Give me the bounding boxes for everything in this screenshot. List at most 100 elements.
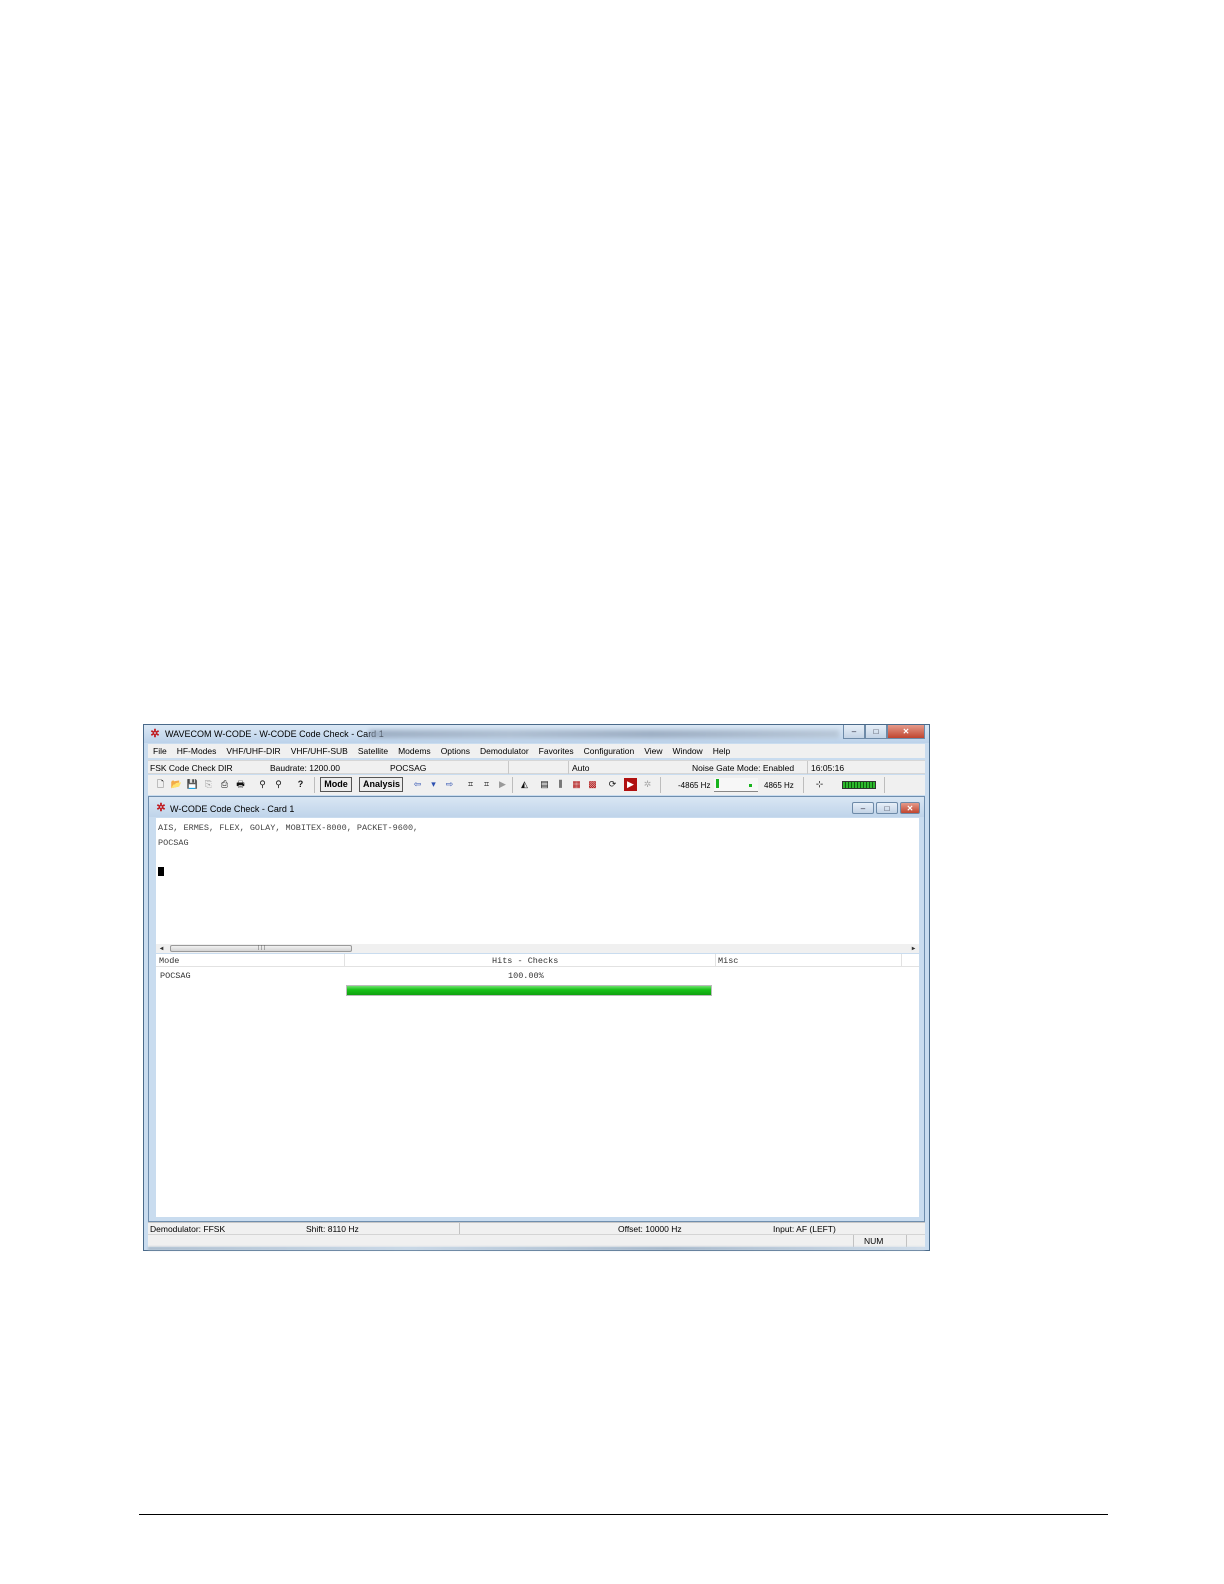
toolbar-separator	[884, 777, 885, 793]
app-title: WAVECOM W-CODE - W-CODE Code Check - Car…	[165, 729, 384, 739]
child-minimize-button[interactable]: –	[852, 802, 874, 814]
text-cursor	[158, 867, 164, 876]
tuning-indicator	[714, 778, 758, 792]
menu-help[interactable]: Help	[713, 746, 730, 756]
minimize-button[interactable]: –	[843, 725, 865, 739]
info-separator	[508, 761, 509, 774]
menu-hf-modes[interactable]: HF-Modes	[177, 746, 217, 756]
spectrum-icon[interactable]: ◭	[518, 778, 531, 791]
grip-icon: |||	[257, 945, 267, 951]
refresh-icon[interactable]: ⟳	[606, 778, 619, 791]
column-separator	[344, 954, 345, 967]
status-bar-indicators: NUM	[148, 1234, 925, 1247]
find-next-icon[interactable]: ⚲	[272, 778, 285, 791]
tuning-marker-right	[749, 784, 752, 787]
print-preview-icon[interactable]: ⎙	[218, 778, 231, 791]
info-auto: Auto	[572, 763, 590, 773]
sync-icon[interactable]: ⌗	[464, 778, 477, 791]
matrix-icon[interactable]: ▩	[586, 778, 599, 791]
new-file-icon[interactable]: 🗋	[154, 778, 167, 791]
window-controls: – □ ✕	[843, 725, 925, 740]
toolbar-separator	[512, 777, 513, 793]
output-line: POCSAG	[158, 838, 189, 848]
bars-icon[interactable]: ⫼	[554, 778, 567, 791]
toolbar: 🗋 📂 💾 ⎘ ⎙ 🖶 ⚲ ⚲ ? Mode Analysis ⇦ ▾ ⇨ ⌗ …	[148, 775, 925, 795]
menu-satellite[interactable]: Satellite	[358, 746, 388, 756]
play-icon[interactable]: ▶	[496, 778, 509, 791]
child-close-button[interactable]: ✕	[900, 802, 920, 814]
blurred-taskbar-strip	[148, 1247, 925, 1250]
menu-options[interactable]: Options	[441, 746, 470, 756]
maximize-button[interactable]: □	[865, 725, 887, 739]
scroll-left-icon[interactable]: ◀	[157, 944, 166, 953]
column-misc[interactable]: Misc	[718, 956, 738, 966]
status-separator	[853, 1235, 854, 1247]
info-separator	[568, 761, 569, 774]
menu-demodulator[interactable]: Demodulator	[480, 746, 529, 756]
status-input: Input: AF (LEFT)	[773, 1224, 836, 1234]
print-icon[interactable]: 🖶	[234, 778, 247, 791]
signal-level-meter	[842, 781, 876, 789]
status-bar: Demodulator: FFSK Shift: 8110 Hz Offset:…	[148, 1222, 925, 1235]
dropdown-arrow-icon[interactable]: ▾	[427, 778, 440, 791]
hits-progress-bar	[346, 985, 712, 996]
tuning-cross-icon[interactable]: ⊹	[813, 778, 826, 791]
column-mode[interactable]: Mode	[159, 956, 179, 966]
open-folder-icon[interactable]: 📂	[170, 778, 183, 791]
disabled-tool-icon: ✲	[643, 779, 652, 789]
child-titlebar[interactable]: ✲ W-CODE Code Check - Card 1 – □ ✕	[149, 797, 924, 817]
help-icon[interactable]: ?	[294, 778, 307, 791]
tuning-marker-left	[716, 779, 719, 788]
scrollbar-thumb[interactable]: |||	[170, 945, 352, 952]
info-separator	[807, 761, 808, 774]
binoculars-icon[interactable]: ⚲	[256, 778, 269, 791]
menu-modems[interactable]: Modems	[398, 746, 431, 756]
save-icon[interactable]: 💾	[186, 778, 199, 791]
analysis-button[interactable]: Analysis	[359, 777, 403, 792]
menu-window[interactable]: Window	[672, 746, 702, 756]
resync-icon[interactable]: ⌗	[480, 778, 493, 791]
menu-vhf-uhf-dir[interactable]: VHF/UHF-DIR	[226, 746, 280, 756]
mode-button[interactable]: Mode	[320, 777, 352, 792]
blurred-overlay-text	[369, 730, 839, 738]
status-separator	[906, 1235, 907, 1247]
child-window-controls: – □ ✕	[850, 802, 920, 817]
info-baudrate: Baudrate: 1200.00	[270, 763, 340, 773]
sonagram-icon[interactable]: ▤	[538, 778, 551, 791]
menu-vhf-uhf-sub[interactable]: VHF/UHF-SUB	[291, 746, 348, 756]
close-button[interactable]: ✕	[887, 725, 925, 739]
toolbar-separator	[314, 777, 315, 793]
app-titlebar[interactable]: ✲ WAVECOM W-CODE - W-CODE Code Check - C…	[144, 725, 929, 743]
menu-configuration[interactable]: Configuration	[584, 746, 635, 756]
output-line: AIS, ERMES, FLEX, GOLAY, MOBITEX-8000, P…	[158, 823, 419, 833]
horizontal-scrollbar[interactable]: ◀ ||| ▶	[156, 944, 919, 953]
column-separator	[901, 954, 902, 967]
info-bar: FSK Code Check DIR Baudrate: 1200.00 POC…	[148, 760, 925, 774]
code-check-results: Mode Hits - Checks Misc POCSAG 100.00%	[156, 954, 919, 1217]
menu-favorites[interactable]: Favorites	[539, 746, 574, 756]
arrow-left-icon[interactable]: ⇦	[411, 778, 424, 791]
copy-icon[interactable]: ⎘	[202, 778, 215, 791]
arrow-right-icon[interactable]: ⇨	[443, 778, 456, 791]
column-hits-checks[interactable]: Hits - Checks	[492, 956, 558, 966]
info-noise-gate: Noise Gate Mode: Enabled	[692, 763, 795, 773]
menu-view[interactable]: View	[644, 746, 662, 756]
status-num-lock: NUM	[864, 1236, 884, 1246]
status-shift: Shift: 8110 Hz	[306, 1224, 359, 1234]
info-detected-mode: POCSAG	[390, 763, 427, 773]
decoder-output[interactable]: AIS, ERMES, FLEX, GOLAY, MOBITEX-8000, P…	[156, 818, 919, 953]
child-maximize-button[interactable]: □	[876, 802, 898, 814]
wavecom-logo-icon: ✲	[150, 728, 160, 740]
freq-left-label: -4865 Hz	[678, 781, 711, 790]
channel-icon[interactable]: ▦	[570, 778, 583, 791]
app-window: ✲ WAVECOM W-CODE - W-CODE Code Check - C…	[143, 724, 930, 1251]
result-mode: POCSAG	[160, 971, 191, 981]
status-offset: Offset: 10000 Hz	[618, 1224, 682, 1234]
afc-icon[interactable]: ▶	[624, 778, 637, 791]
page-footer-rule	[139, 1514, 1108, 1515]
scroll-right-icon[interactable]: ▶	[909, 944, 918, 953]
code-check-window: ✲ W-CODE Code Check - Card 1 – □ ✕ AIS, …	[148, 796, 925, 1222]
menu-file[interactable]: File	[153, 746, 167, 756]
menu-bar: File HF-Modes VHF/UHF-DIR VHF/UHF-SUB Sa…	[148, 744, 925, 758]
column-separator	[715, 954, 716, 967]
